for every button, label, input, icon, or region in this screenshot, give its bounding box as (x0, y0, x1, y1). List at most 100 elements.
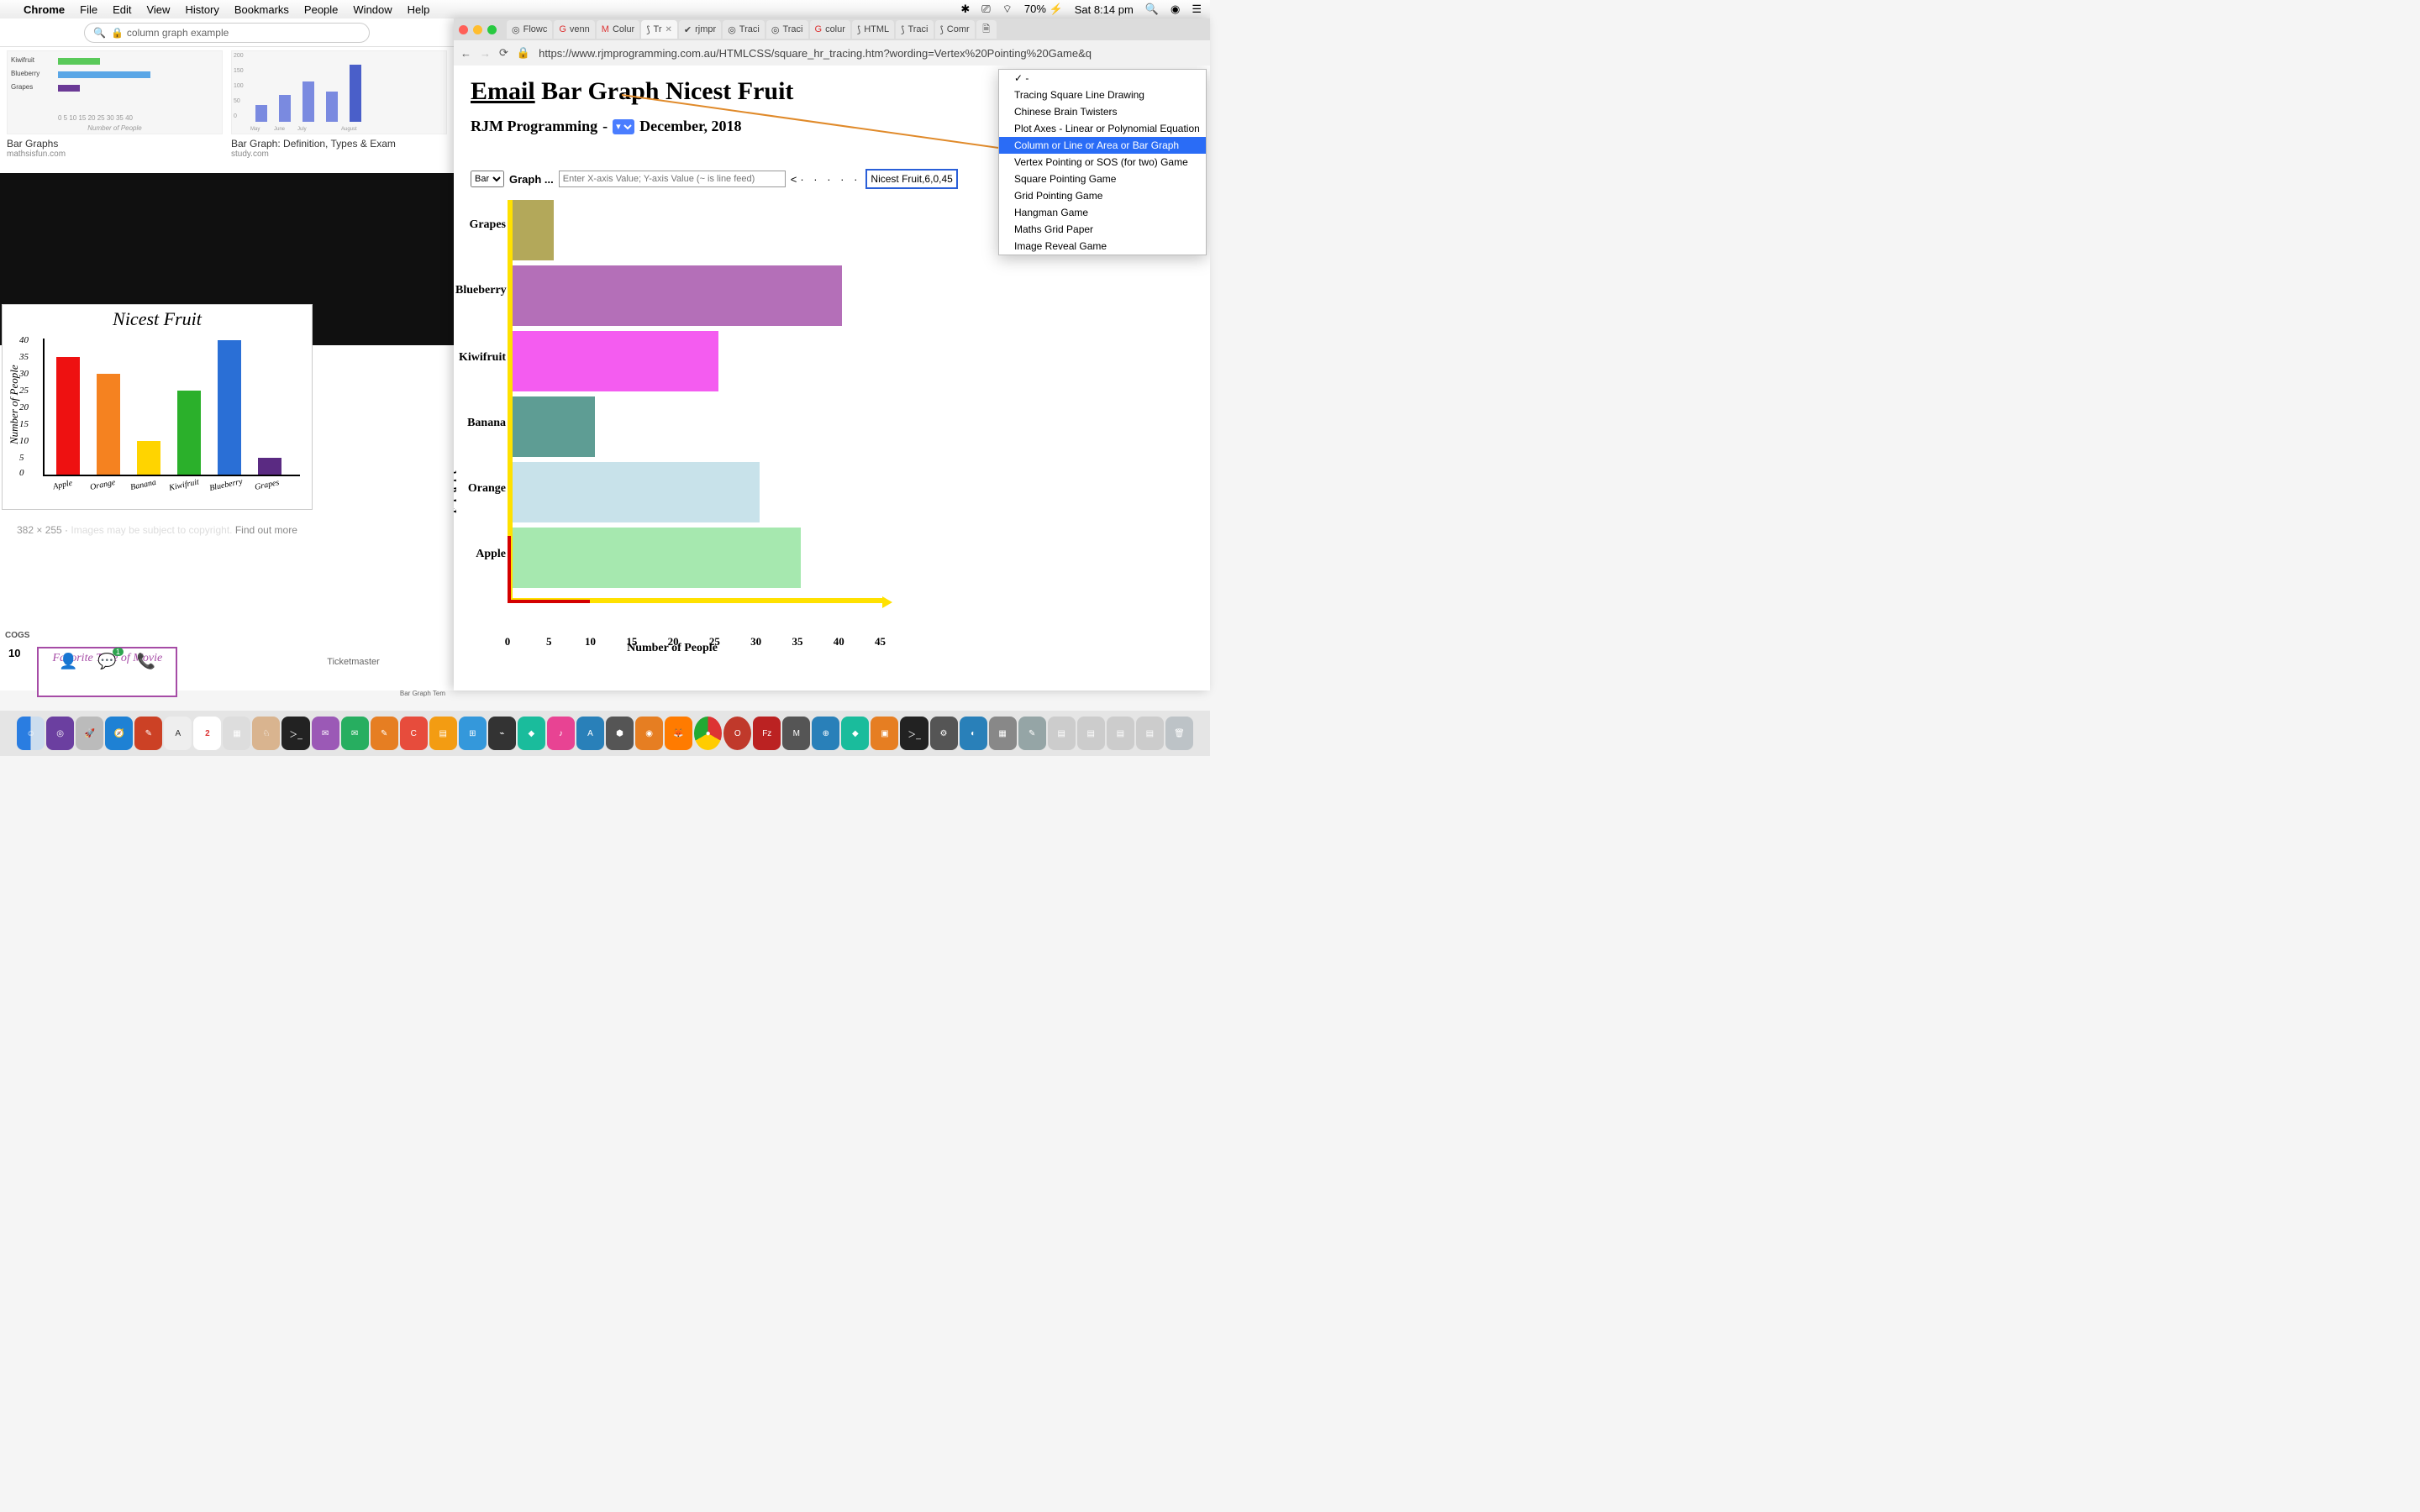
dock-firefox[interactable]: 🦊 (665, 717, 692, 750)
dd-item-image-reveal[interactable]: Image Reveal Game (999, 238, 1206, 255)
back-button[interactable]: ← (460, 47, 471, 60)
dd-item-tracing[interactable]: Tracing Square Line Drawing (999, 87, 1206, 103)
menu-file[interactable]: File (80, 3, 97, 16)
person-icon[interactable]: 👤 (59, 653, 77, 670)
dd-item-vertex[interactable]: Vertex Pointing or SOS (for two) Game (999, 154, 1206, 171)
dock-app[interactable]: ▣ (871, 717, 898, 750)
dock-mamp[interactable]: M (782, 717, 810, 750)
dock-chrome[interactable]: ● (694, 717, 722, 750)
dock-filezilla[interactable]: Fz (753, 717, 781, 750)
clock[interactable]: Sat 8:14 pm (1075, 3, 1134, 16)
dock-app[interactable]: ✎ (1018, 717, 1046, 750)
dd-item-column-bar[interactable]: Column or Line or Area or Bar Graph (999, 137, 1206, 154)
dock-app[interactable]: ▤ (1077, 717, 1105, 750)
find-out-more-link[interactable]: Find out more (235, 524, 297, 536)
dock-app[interactable]: ♘ (252, 717, 280, 750)
dock-launchpad[interactable]: 🚀 (76, 717, 103, 750)
thumb-bar-graph-definition[interactable]: 200 150 100 50 0 May June July August Ba… (231, 50, 447, 170)
siri-icon[interactable]: ◉ (1171, 3, 1180, 16)
dd-item-dash[interactable]: - (999, 70, 1206, 87)
dock-app[interactable]: ✉ (341, 717, 369, 750)
dock-calendar[interactable]: 2 (193, 717, 221, 750)
dock-app[interactable]: ▦ (989, 717, 1017, 750)
dock-app[interactable]: C (400, 717, 428, 750)
menu-people[interactable]: People (304, 3, 338, 16)
dock-app[interactable]: ▤ (429, 717, 457, 750)
chart-type-select[interactable]: Bar (471, 171, 504, 187)
dock-app[interactable]: ▤ (1136, 717, 1164, 750)
dd-item-plot-axes[interactable]: Plot Axes - Linear or Polynomial Equatio… (999, 120, 1206, 137)
dock-app[interactable]: ✎ (134, 717, 162, 750)
reload-button[interactable]: ⟳ (499, 46, 508, 60)
tab-traci-3[interactable]: ⟆ Traci (896, 20, 933, 39)
zoom-window-button[interactable] (487, 25, 497, 34)
dock-finder[interactable]: ☺ (17, 717, 45, 750)
dock-app[interactable]: ＞_ (900, 717, 928, 750)
hangouts-icon[interactable]: 💬 (97, 653, 116, 670)
dock-app[interactable]: ⚙ (930, 717, 958, 750)
dock-app[interactable]: ⌁ (488, 717, 516, 750)
menu-view[interactable]: View (146, 3, 170, 16)
dock-app[interactable]: ▤ (1107, 717, 1134, 750)
menu-bookmarks[interactable]: Bookmarks (234, 3, 289, 16)
dock-itunes[interactable]: ♪ (547, 717, 575, 750)
menu-window[interactable]: Window (353, 3, 392, 16)
tab-colur[interactable]: M Colur (597, 20, 639, 39)
dd-item-square-pointing[interactable]: Square Pointing Game (999, 171, 1206, 187)
dd-item-maths-grid[interactable]: Maths Grid Paper (999, 221, 1206, 238)
dock-trash[interactable]: 🗑 (1165, 717, 1193, 750)
dock-app[interactable]: ⊕ (812, 717, 839, 750)
forward-button[interactable]: → (480, 47, 491, 60)
tab-colur-2[interactable]: G colur (810, 20, 850, 39)
airplay-icon[interactable]: ⎚ (981, 3, 990, 16)
dock-textedit[interactable]: A (164, 717, 192, 750)
dock-appstore[interactable]: A (576, 717, 604, 750)
dd-item-grid-pointing[interactable]: Grid Pointing Game (999, 187, 1206, 204)
xy-value-input[interactable] (559, 171, 786, 187)
tab-traci-2[interactable]: ◎ Traci (766, 20, 808, 39)
menu-history[interactable]: History (185, 3, 218, 16)
email-link[interactable]: Email (471, 77, 535, 105)
dock-terminal[interactable]: ＞_ (281, 717, 309, 750)
battery-status[interactable]: 70% ⚡ (1024, 3, 1063, 16)
dock-app[interactable]: ◆ (841, 717, 869, 750)
tab-comr[interactable]: ⟆ Comr (935, 20, 975, 39)
wifi-icon[interactable]: ⌔ (1002, 3, 1013, 16)
menu-edit[interactable]: Edit (113, 3, 131, 16)
menu-help[interactable]: Help (408, 3, 430, 16)
thumb-bar-graphs[interactable]: Kiwifruit Blueberry Grapes 0 5 10 15 20 … (7, 50, 223, 170)
tab-traci-1[interactable]: ◎ Traci (723, 20, 765, 39)
close-tab-icon[interactable]: ✕ (666, 25, 672, 34)
dock-app[interactable]: ⬢ (606, 717, 634, 750)
new-tab-button[interactable]: 🗎 (976, 20, 997, 39)
tab-tr-active[interactable]: ⟆ Tr ✕ (641, 20, 677, 39)
tab-html[interactable]: ⟆ HTML (852, 20, 894, 39)
data-string-input[interactable] (865, 169, 958, 189)
app-name[interactable]: Chrome (24, 3, 65, 16)
spotlight-icon[interactable]: 🔍 (1145, 3, 1159, 16)
month-select[interactable]: ▾ (613, 119, 634, 134)
dock-app[interactable]: ◐ (960, 717, 987, 750)
tab-rjmpr[interactable]: ✔ rjmpr (679, 20, 721, 39)
dock-opera[interactable]: O (723, 717, 751, 750)
minimize-window-button[interactable] (473, 25, 482, 34)
dock-app[interactable]: ◉ (635, 717, 663, 750)
dock-app[interactable]: ⊞ (459, 717, 487, 750)
antivirus-icon[interactable]: ✱ (960, 3, 970, 16)
phone-icon[interactable]: 📞 (137, 653, 155, 670)
dock-app[interactable]: ◆ (518, 717, 545, 750)
image-preview[interactable]: Nicest Fruit Number of People 40 35 30 2… (2, 304, 313, 510)
notification-center-icon[interactable]: ☰ (1192, 3, 1202, 16)
mode-dropdown[interactable]: - Tracing Square Line Drawing Chinese Br… (998, 69, 1207, 255)
dock-app[interactable]: ✉ (312, 717, 339, 750)
dd-item-hangman[interactable]: Hangman Game (999, 204, 1206, 221)
tab-venn[interactable]: G venn (554, 20, 594, 39)
dock-app[interactable]: ✎ (371, 717, 398, 750)
dock-safari[interactable]: 🧭 (105, 717, 133, 750)
dock-app[interactable]: ▤ (1048, 717, 1076, 750)
dock-app[interactable]: ▦ (223, 717, 250, 750)
dd-item-chinese[interactable]: Chinese Brain Twisters (999, 103, 1206, 120)
google-search-input[interactable]: 🔍 🔒 column graph example (84, 23, 370, 43)
dock-app[interactable]: ◎ (46, 717, 74, 750)
tab-flowc[interactable]: ◎ Flowc (507, 20, 552, 39)
